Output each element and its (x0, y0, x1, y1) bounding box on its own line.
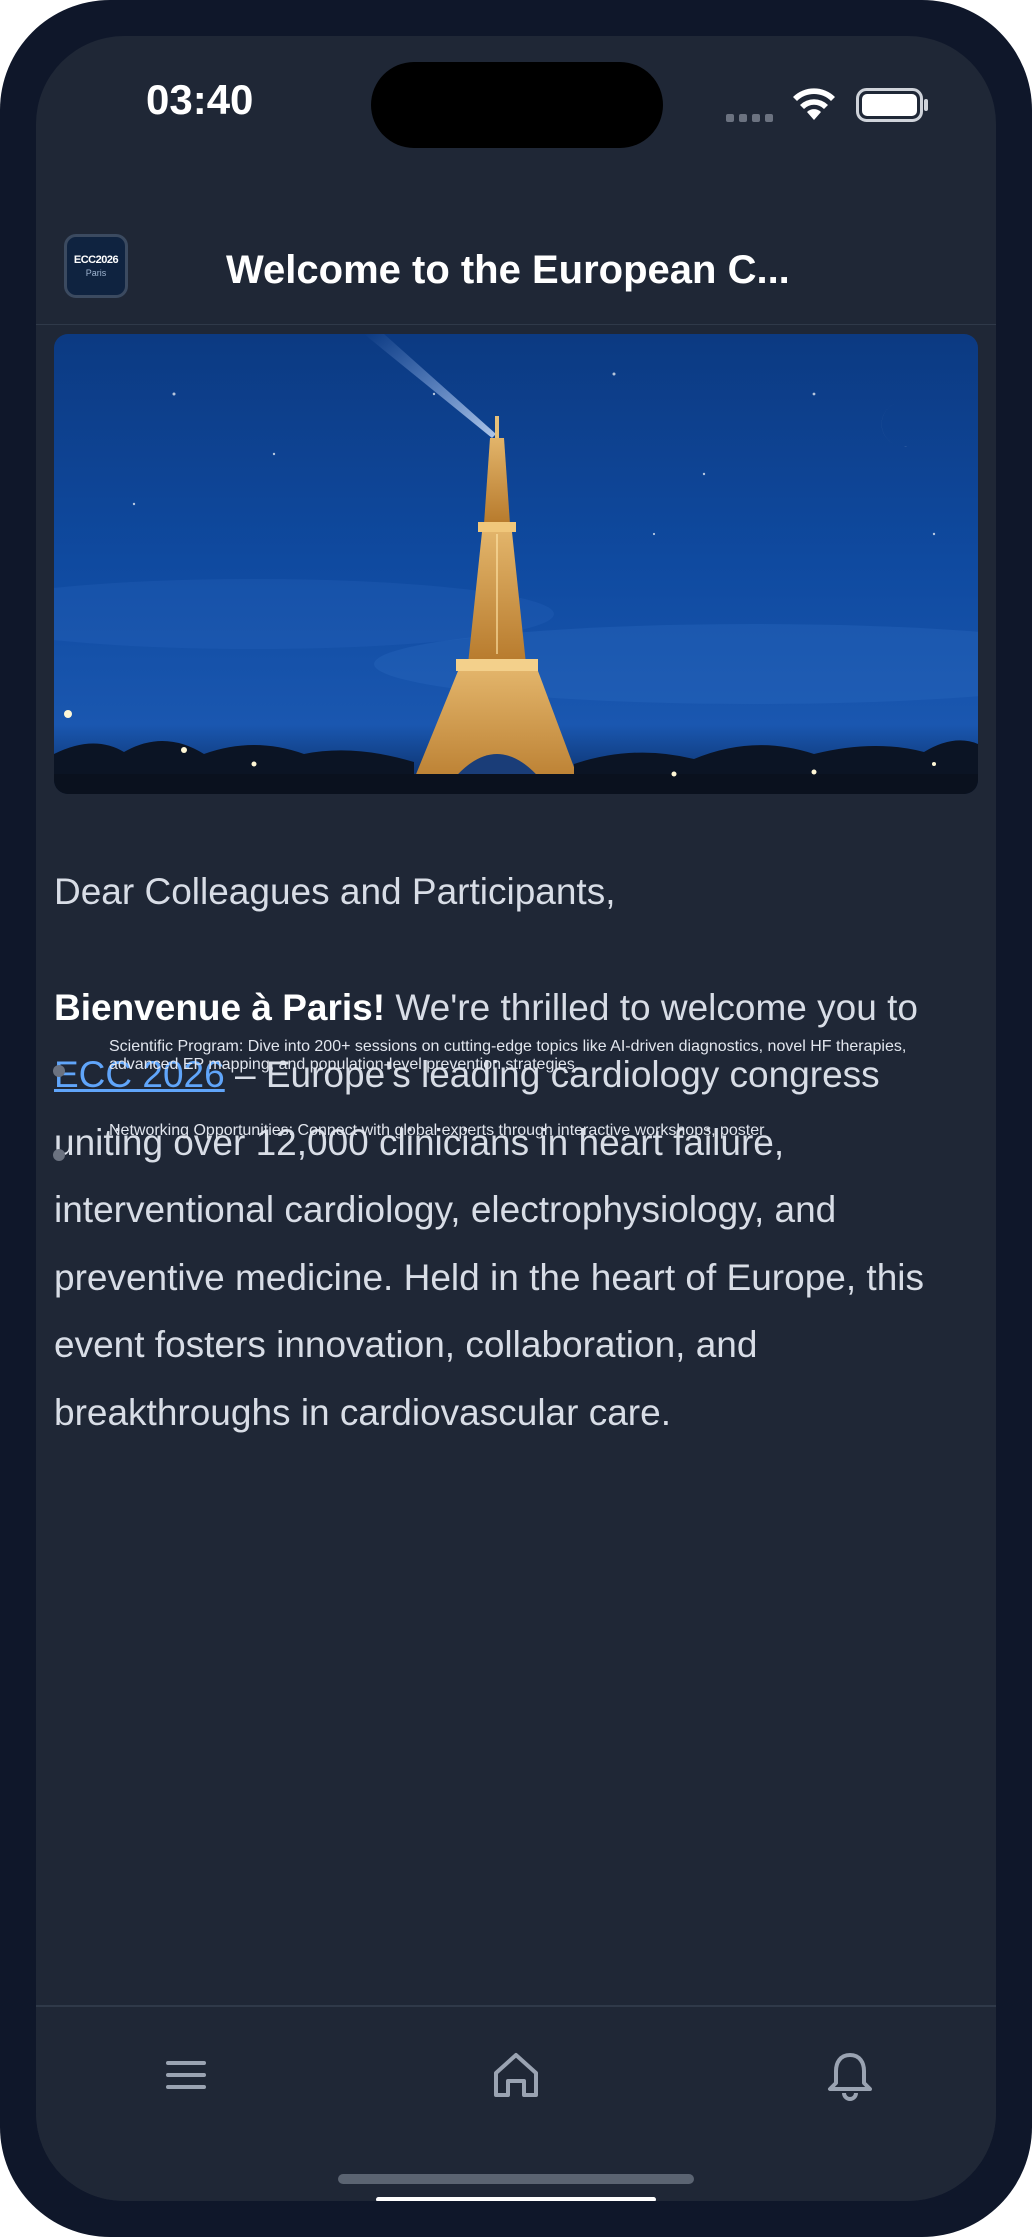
intro-bold-text: Bienvenue à Paris! (54, 986, 386, 1028)
battery-icon (856, 88, 928, 122)
app-header: ECC2026 Paris Welcome to the European C.… (36, 186, 996, 325)
list-item: Scientific Program: Dive into 200+ sessi… (36, 1038, 966, 1077)
home-indicator[interactable] (338, 2174, 694, 2184)
hero-image-eiffel-tower (54, 334, 978, 794)
feature-list: Scientific Program: Dive into 200+ sessi… (36, 1038, 966, 1188)
list-item-text: Scientific Program: Dive into 200+ sessi… (109, 1038, 907, 1073)
bottom-tab-bar (36, 2005, 996, 2201)
status-time: 03:40 (146, 76, 254, 123)
device-frame: 03:40 ECC2026 Paris Welcome to the Europ… (0, 0, 1032, 2237)
list-item-text: Networking Opportunities: Connect with g… (109, 1122, 765, 1139)
bullet-dot-icon (53, 1149, 65, 1161)
dynamic-island (371, 62, 663, 148)
page-title: Welcome to the European C... (226, 248, 790, 292)
bullet-dot-icon (53, 1065, 65, 1077)
list-item: Networking Opportunities: Connect with g… (36, 1122, 966, 1161)
logo-text: ECC2026 (73, 254, 119, 266)
home-indicator-bar (376, 2197, 656, 2201)
home-icon[interactable] (484, 2045, 548, 2105)
cellular-signal-icon (726, 109, 778, 127)
greeting-text: Dear Colleagues and Participants, (54, 871, 616, 912)
intro-text: We're thrilled to welcome you to (385, 986, 918, 1028)
menu-icon[interactable] (154, 2045, 218, 2105)
bell-icon[interactable] (818, 2045, 882, 2105)
logo-subtext: Paris (85, 268, 107, 278)
app-screen: 03:40 ECC2026 Paris Welcome to the Europ… (36, 36, 996, 2201)
wifi-icon (793, 88, 835, 120)
app-logo[interactable]: ECC2026 Paris (64, 234, 128, 298)
